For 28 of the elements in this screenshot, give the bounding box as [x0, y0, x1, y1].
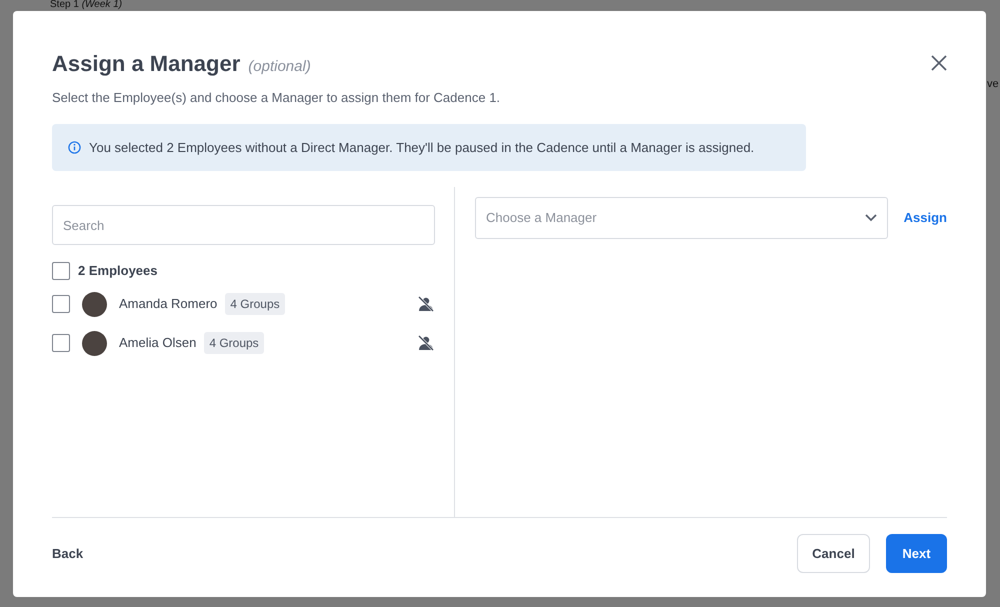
checkbox[interactable] — [52, 295, 70, 313]
employee-name: Amelia Olsen — [119, 334, 196, 352]
modal-title: Assign a Manager — [52, 50, 240, 78]
avatar — [82, 330, 107, 356]
no-manager-icon — [417, 335, 435, 351]
alert-text: You selected 2 Employees without a Direct Manager. They'll be paused in the Cadence until a Manager is assigned. — [89, 138, 754, 157]
employee-name: Amanda Romero — [119, 295, 218, 314]
avatar — [82, 292, 107, 316]
select-all-label: 2 Employees — [78, 262, 158, 280]
step-title: Step 1 — [50, 0, 79, 10]
step-week: (Week 1) — [82, 0, 122, 10]
group-count: 4 Groups — [204, 332, 264, 354]
no-manager-icon — [417, 296, 435, 312]
chevron-down-icon — [864, 214, 877, 222]
manager-select[interactable]: Choose a Manager — [475, 197, 888, 239]
close-icon[interactable] — [931, 55, 947, 71]
group-count: 4 Groups — [225, 293, 285, 315]
cancel-button[interactable]: Cancel — [797, 534, 870, 573]
info-icon — [68, 140, 81, 154]
title-note: (optional) — [248, 57, 311, 77]
modal-subtitle: Select the Employee(s) and choose a Manager to assign them for Cadence 1. — [52, 89, 502, 107]
search-field[interactable]: Search — [52, 205, 435, 245]
assign-link[interactable]: Assign — [904, 208, 947, 228]
background-text: ve — [987, 77, 999, 92]
checkbox[interactable] — [52, 262, 70, 280]
next-button[interactable]: Next — [886, 534, 947, 573]
checkbox[interactable] — [52, 334, 70, 352]
back-link[interactable]: Back — [52, 544, 84, 564]
